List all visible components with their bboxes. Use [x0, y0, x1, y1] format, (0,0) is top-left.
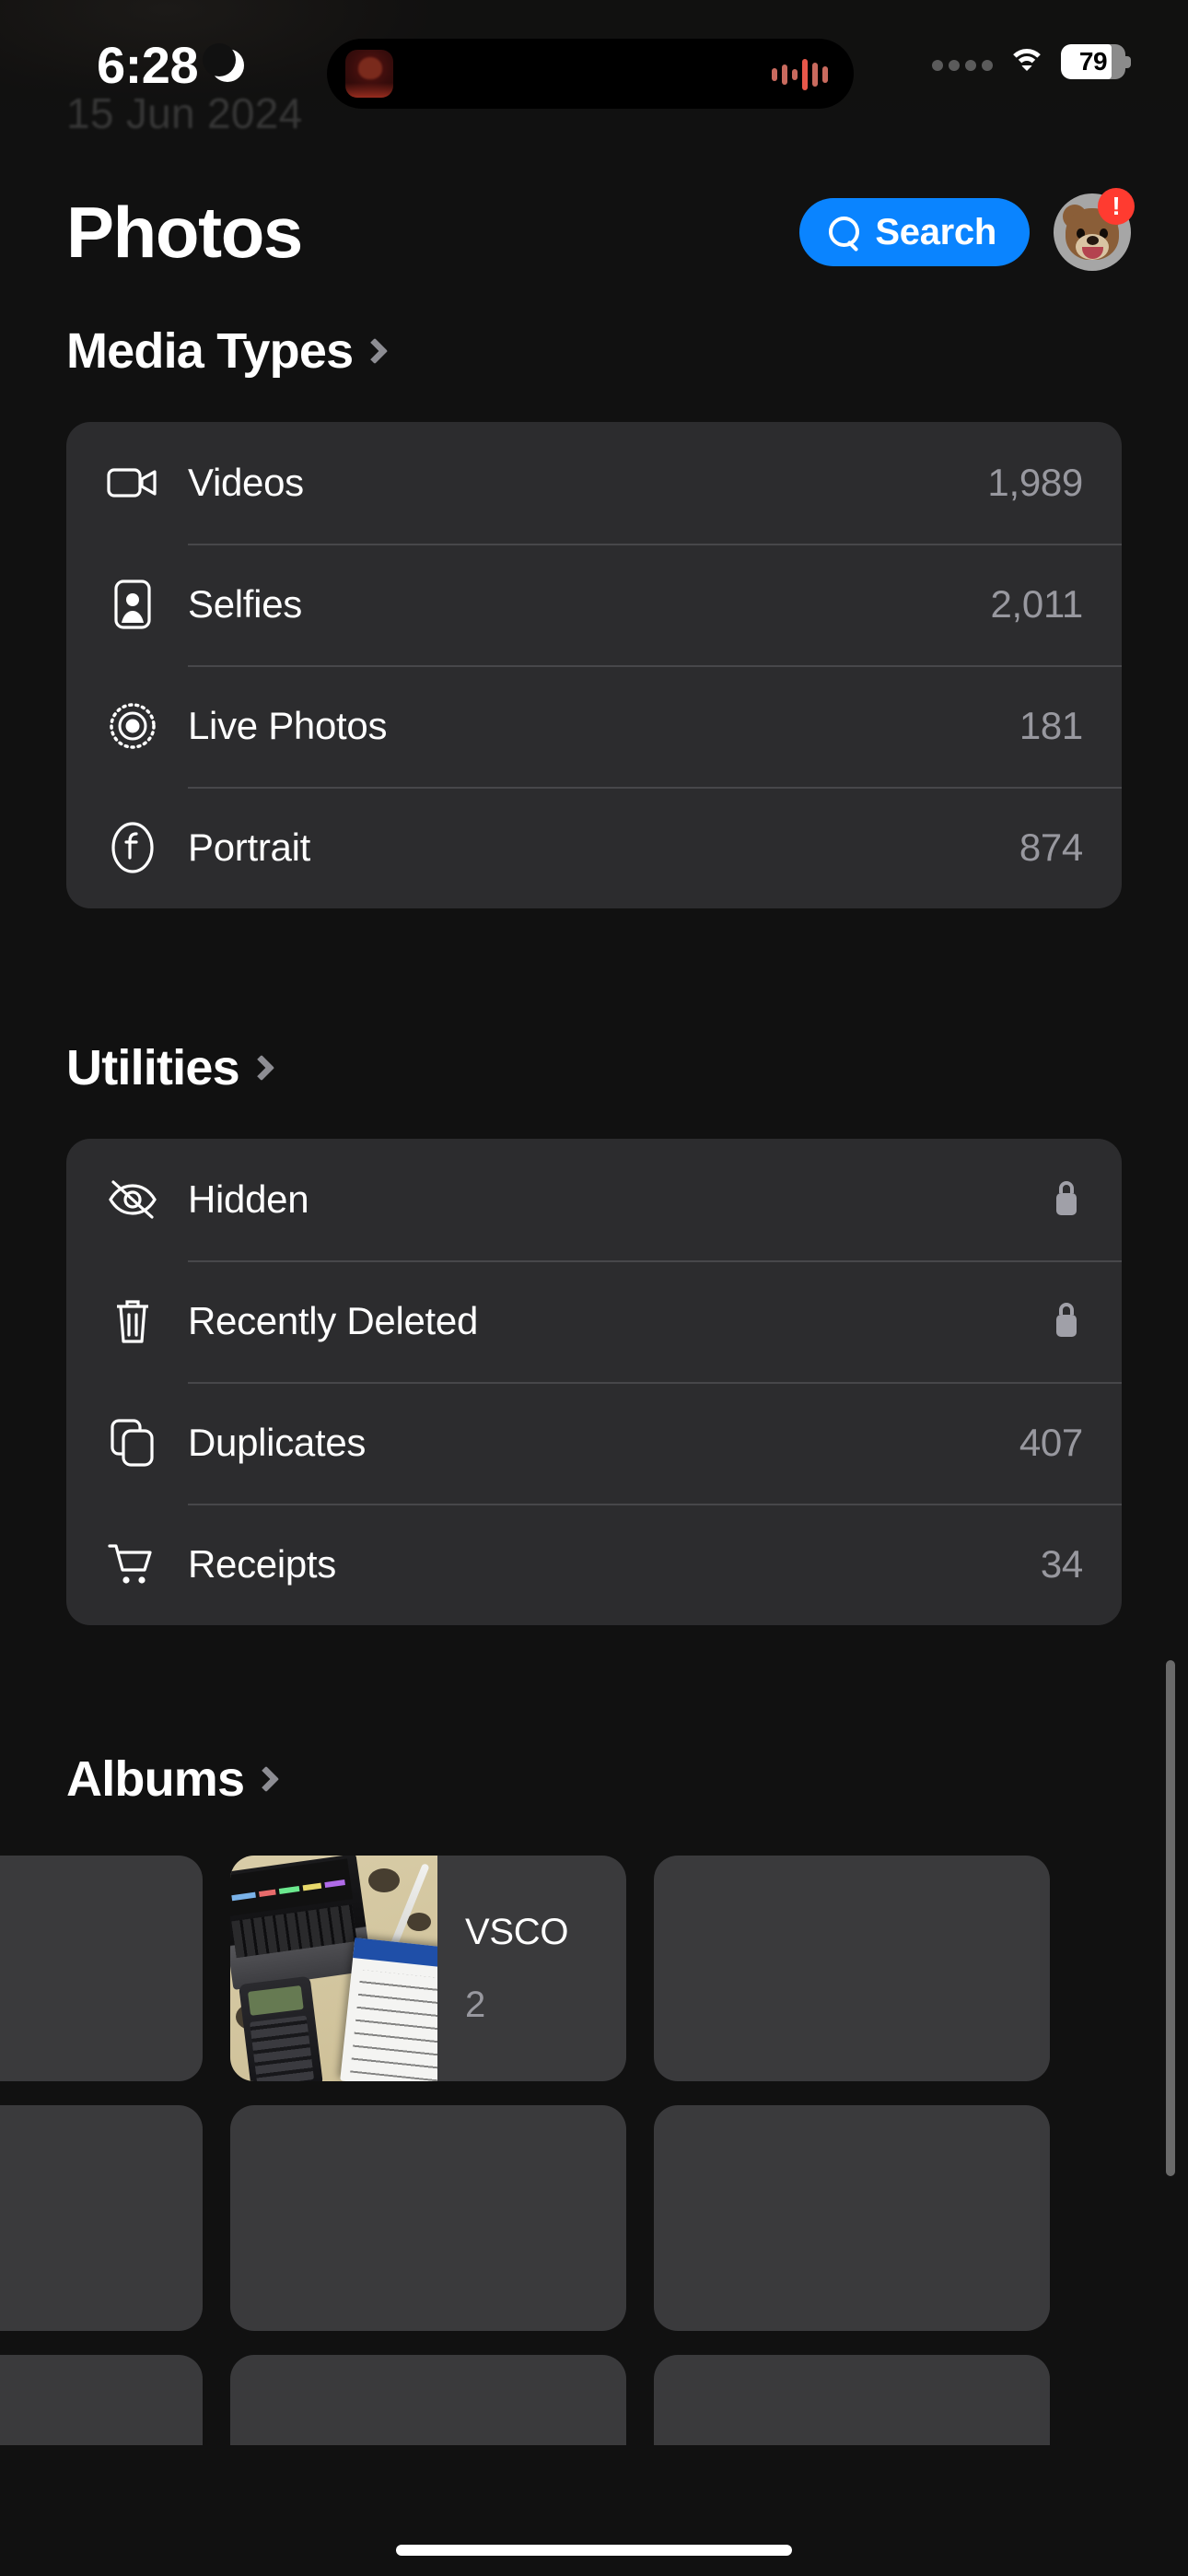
album-card[interactable]: Darkroom — [0, 2355, 203, 2445]
vertical-scrollbar[interactable] — [1166, 1660, 1175, 2176]
portrait-aperture-icon — [105, 820, 160, 875]
media-types-row-live-photos[interactable]: Live Photos 181 — [66, 665, 1122, 787]
lock-icon — [1050, 1177, 1083, 1224]
album-card[interactable] — [654, 1856, 1050, 2081]
media-types-row-videos[interactable]: Videos 1,989 — [66, 422, 1122, 544]
utilities-row-hidden[interactable]: Hidden — [66, 1139, 1122, 1260]
media-types-header[interactable]: Media Types — [0, 322, 1188, 380]
media-types-title: Media Types — [66, 323, 354, 379]
row-count: 181 — [1019, 704, 1083, 747]
album-name: VSCO — [465, 1911, 569, 1952]
chevron-right-icon — [253, 1765, 280, 1793]
album-card[interactable]: Snapchat 35 — [0, 1856, 203, 2081]
status-bar-indicators: 79 — [932, 44, 1131, 79]
album-name: Darkroom — [0, 2431, 175, 2445]
albums-section: Albums Snapchat 35 — [0, 1751, 1188, 2445]
albums-horizontal-scroll[interactable]: Snapchat 35 — [0, 1856, 1188, 2445]
search-button-label: Search — [875, 211, 996, 252]
row-label: Duplicates — [188, 1421, 367, 1464]
album-card[interactable]: VSCO 2 — [230, 1856, 626, 2081]
utilities-row-receipts[interactable]: Receipts 34 — [66, 1504, 1122, 1625]
row-count: 1,989 — [987, 461, 1083, 504]
magnifying-glass-icon — [829, 217, 860, 248]
duplicate-squares-icon — [105, 1415, 160, 1470]
cellular-dots-icon — [932, 53, 993, 71]
row-label: Portrait — [188, 825, 310, 869]
chevron-right-icon — [248, 1054, 274, 1082]
album-thumbnail — [230, 1856, 437, 2081]
album-name: CapCut — [0, 2182, 175, 2223]
search-button[interactable]: Search — [799, 198, 1030, 266]
status-bar-time-group: 6:28 — [97, 35, 245, 95]
album-card[interactable]: CapCut — [0, 2105, 203, 2331]
albums-header[interactable]: Albums — [0, 1751, 1188, 1808]
album-card[interactable] — [654, 2355, 1050, 2445]
album-art-thumbnail[interactable] — [345, 50, 393, 98]
row-label: Videos — [188, 461, 304, 504]
home-indicator[interactable] — [396, 2545, 792, 2556]
album-card[interactable] — [230, 2105, 626, 2331]
status-bar: 6:28 79 — [0, 0, 1188, 122]
page-title: Photos — [66, 192, 303, 273]
battery-percent-label: 79 — [1078, 47, 1108, 76]
account-avatar-button[interactable]: ! — [1054, 188, 1135, 271]
dynamic-island[interactable] — [327, 39, 854, 109]
album-card[interactable] — [230, 2355, 626, 2445]
row-label: Receipts — [188, 1542, 337, 1586]
utilities-card: Hidden Recently Deleted Duplicates 407 R… — [66, 1139, 1122, 1625]
row-label: Recently Deleted — [188, 1299, 479, 1342]
lock-icon — [1050, 1298, 1083, 1345]
row-label: Hidden — [188, 1177, 309, 1221]
row-count: 2,011 — [990, 582, 1084, 626]
eye-slash-icon — [105, 1172, 160, 1227]
row-count: 407 — [1019, 1421, 1083, 1464]
utilities-row-recently-deleted[interactable]: Recently Deleted — [66, 1260, 1122, 1382]
crescent-moon-icon — [203, 42, 245, 82]
row-label: Live Photos — [188, 704, 388, 747]
album-card[interactable] — [654, 2105, 1050, 2331]
utilities-title: Utilities — [66, 1040, 240, 1095]
media-types-section: Media Types Videos 1,989 Selfies 2,011 L… — [0, 322, 1188, 908]
nav-header: Photos Search ! — [0, 181, 1188, 284]
utilities-section: Utilities Hidden Recently Deleted Duplic… — [0, 1039, 1188, 1625]
album-count: 35 — [0, 1985, 175, 2026]
chevron-right-icon — [362, 337, 389, 365]
shopping-cart-icon — [105, 1537, 160, 1592]
photos-app-screen: 15 Jun 2024 6:28 79 Photos Search ! Medi… — [0, 0, 1188, 2576]
live-photo-icon — [105, 698, 160, 754]
media-types-row-selfies[interactable]: Selfies 2,011 — [66, 544, 1122, 665]
utilities-row-duplicates[interactable]: Duplicates 407 — [66, 1382, 1122, 1504]
selfie-person-icon — [105, 577, 160, 632]
albums-title: Albums — [66, 1751, 245, 1807]
row-label: Selfies — [188, 582, 302, 626]
utilities-header[interactable]: Utilities — [0, 1039, 1188, 1096]
avatar-alert-badge: ! — [1098, 188, 1135, 225]
audio-waveform-icon — [772, 57, 828, 92]
row-count: 874 — [1019, 825, 1083, 869]
album-count: 2 — [465, 1984, 485, 2025]
wifi-icon — [1007, 47, 1046, 76]
media-types-row-portrait[interactable]: Portrait 874 — [66, 787, 1122, 908]
media-types-card: Videos 1,989 Selfies 2,011 Live Photos 1… — [66, 422, 1122, 908]
album-name: Snapchat — [0, 1912, 175, 1953]
trash-icon — [105, 1294, 160, 1349]
video-camera-icon — [105, 455, 160, 510]
status-bar-time: 6:28 — [97, 36, 199, 94]
battery-indicator: 79 — [1061, 44, 1131, 79]
row-count: 34 — [1040, 1542, 1083, 1586]
